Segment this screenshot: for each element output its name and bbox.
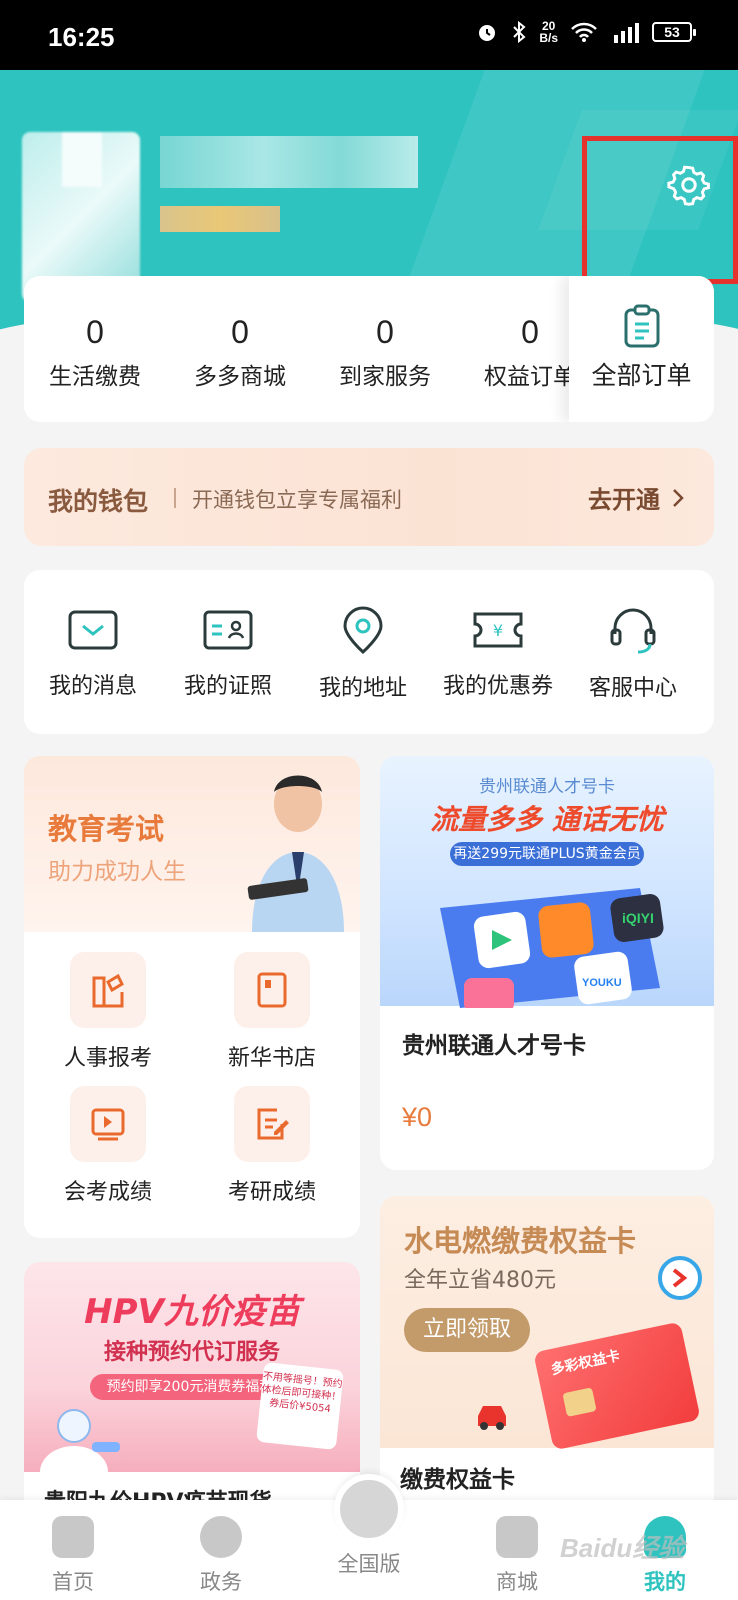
gear-icon[interactable]	[667, 163, 711, 207]
benefit-card-text: 多彩权益卡	[549, 1347, 622, 1379]
divider	[174, 488, 176, 508]
wallet-title: 我的钱包	[48, 487, 149, 516]
all-orders-button[interactable]: 全部订单	[569, 276, 714, 422]
service-coupons[interactable]: ¥ 我的优惠券	[429, 606, 567, 700]
tab-home[interactable]: 首页	[18, 1516, 128, 1596]
all-orders-label: 全部订单	[591, 361, 692, 390]
signal-icon	[614, 23, 639, 43]
order-item-home-service[interactable]: 0 到家服务	[320, 314, 450, 391]
government-icon	[200, 1516, 242, 1558]
education-subtitle: 助力成功人生	[48, 859, 186, 885]
play-icon	[658, 1256, 702, 1300]
talent-sim-banner: 贵州联通人才号卡 流量多多 通话无忧 再送299元联通PLUS黄金会员 iQIY…	[380, 756, 714, 1008]
service-address[interactable]: 我的地址	[294, 606, 432, 702]
hpv-vaccine-card[interactable]: HPV九价疫苗 接种预约代订服务 预约即享200元消费券福利 不用等摇号！预约体…	[24, 1262, 360, 1512]
tab-national[interactable]: 全国版	[314, 1474, 424, 1578]
service-customer-center[interactable]: 客服中心	[564, 606, 702, 702]
education-card: 教育考试 助力成功人生 人事报考 新华书店 会考成绩 考研成绩	[24, 756, 360, 1238]
service-licenses[interactable]: 我的证照	[159, 606, 297, 700]
service-messages[interactable]: 我的消息	[24, 606, 162, 700]
nurse-illustration	[40, 1409, 120, 1472]
services-grid: 我的消息 我的证照 我的地址 ¥ 我的优惠券 客服中心	[24, 570, 714, 734]
utility-subtitle: 全年立省480元	[404, 1268, 556, 1293]
edu-item-bookstore[interactable]: 新华书店	[188, 952, 356, 1072]
hpv-headline: HPV九价疫苗	[84, 1292, 300, 1332]
status-bar: 16:25 20 B/s 53	[0, 0, 738, 70]
pagoda-icon	[334, 1474, 404, 1544]
clipboard-icon	[624, 304, 659, 348]
bluetooth-icon	[513, 20, 526, 44]
svg-text:iQIYI: iQIYI	[622, 910, 654, 926]
net-speed: 20 B/s	[539, 19, 558, 45]
edu-item-grad-scores[interactable]: 考研成绩	[188, 1086, 356, 1206]
alarm-icon	[479, 25, 496, 41]
education-title: 教育考试	[48, 812, 165, 846]
coupon-icon: ¥	[473, 612, 523, 648]
status-icons: 20 B/s 53	[475, 19, 696, 45]
edu-item-exam-register[interactable]: 人事报考	[24, 952, 192, 1072]
video-play-icon	[91, 1108, 125, 1141]
hpv-subline: 接种预约代订服务	[103, 1340, 280, 1365]
svg-text:YOUKU: YOUKU	[582, 977, 622, 989]
claim-now-button[interactable]: 立即领取	[404, 1308, 530, 1352]
message-icon	[68, 610, 118, 650]
battery-icon: 53	[652, 22, 696, 42]
presenter-image	[247, 775, 344, 932]
banner-line-2: 流量多多 通话无忧	[430, 803, 664, 836]
order-item-utility[interactable]: 0 生活缴费	[30, 314, 160, 391]
orders-card: 0 生活缴费 0 多多商城 0 到家服务 0 权益订单 全部订单	[24, 276, 714, 422]
utility-banner: 水电燃缴费权益卡 全年立省480元 立即领取 多彩权益卡	[380, 1196, 714, 1451]
bookstore-icon	[257, 972, 287, 1008]
shop-icon	[496, 1516, 538, 1558]
chevron-right-icon	[673, 488, 684, 507]
exam-register-icon	[92, 973, 124, 1008]
location-icon	[343, 606, 383, 655]
utility-benefit-card[interactable]: 水电燃缴费权益卡 全年立省480元 立即领取 多彩权益卡 缴费权益卡	[380, 1196, 714, 1512]
svg-text:¥: ¥	[493, 621, 503, 640]
tab-government[interactable]: 政务	[166, 1516, 276, 1596]
wallet-banner[interactable]: 我的钱包 开通钱包立享专属福利 去开通	[24, 448, 714, 546]
benefit-card-image: 多彩权益卡	[533, 1321, 701, 1451]
settings-highlight-frame	[582, 136, 738, 284]
order-item-mall[interactable]: 0 多多商城	[175, 314, 305, 391]
utility-title: 水电燃缴费权益卡	[404, 1224, 637, 1258]
talent-sim-name: 贵州联通人才号卡	[402, 1033, 586, 1059]
edit-document-icon	[257, 1108, 289, 1140]
user-level-badge	[160, 206, 280, 232]
edu-item-exam-scores[interactable]: 会考成绩	[24, 1086, 192, 1206]
wallet-open-button[interactable]: 去开通	[588, 480, 684, 515]
status-time: 16:25	[48, 22, 115, 52]
banner-line-1: 贵州联通人才号卡	[479, 777, 615, 797]
app-tiles-illustration: iQIYI YOUKU	[440, 888, 664, 1008]
headset-icon	[610, 608, 656, 654]
wifi-icon	[571, 22, 597, 42]
user-name	[160, 136, 418, 188]
home-icon	[52, 1516, 94, 1558]
hpv-price-tag: 不用等摇号！预约体检后即可接种！券后价¥5054	[256, 1362, 344, 1450]
talent-sim-card[interactable]: 贵州联通人才号卡 流量多多 通话无忧 再送299元联通PLUS黄金会员 iQIY…	[380, 756, 714, 1170]
talent-sim-price: ¥0	[402, 1102, 433, 1132]
banner-line-3: 再送299元联通PLUS黄金会员	[450, 842, 644, 866]
car-icon	[478, 1406, 506, 1430]
id-card-icon	[203, 610, 253, 650]
tab-shop[interactable]: 商城	[462, 1516, 572, 1596]
watermark: Baidu经验	[560, 1533, 685, 1563]
hpv-banner: HPV九价疫苗 接种预约代订服务 预约即享200元消费券福利 不用等摇号！预约体…	[24, 1262, 360, 1472]
card-chip	[562, 1387, 597, 1417]
education-banner[interactable]: 教育考试 助力成功人生	[24, 756, 360, 932]
wallet-desc: 开通钱包立享专属福利	[192, 488, 402, 512]
